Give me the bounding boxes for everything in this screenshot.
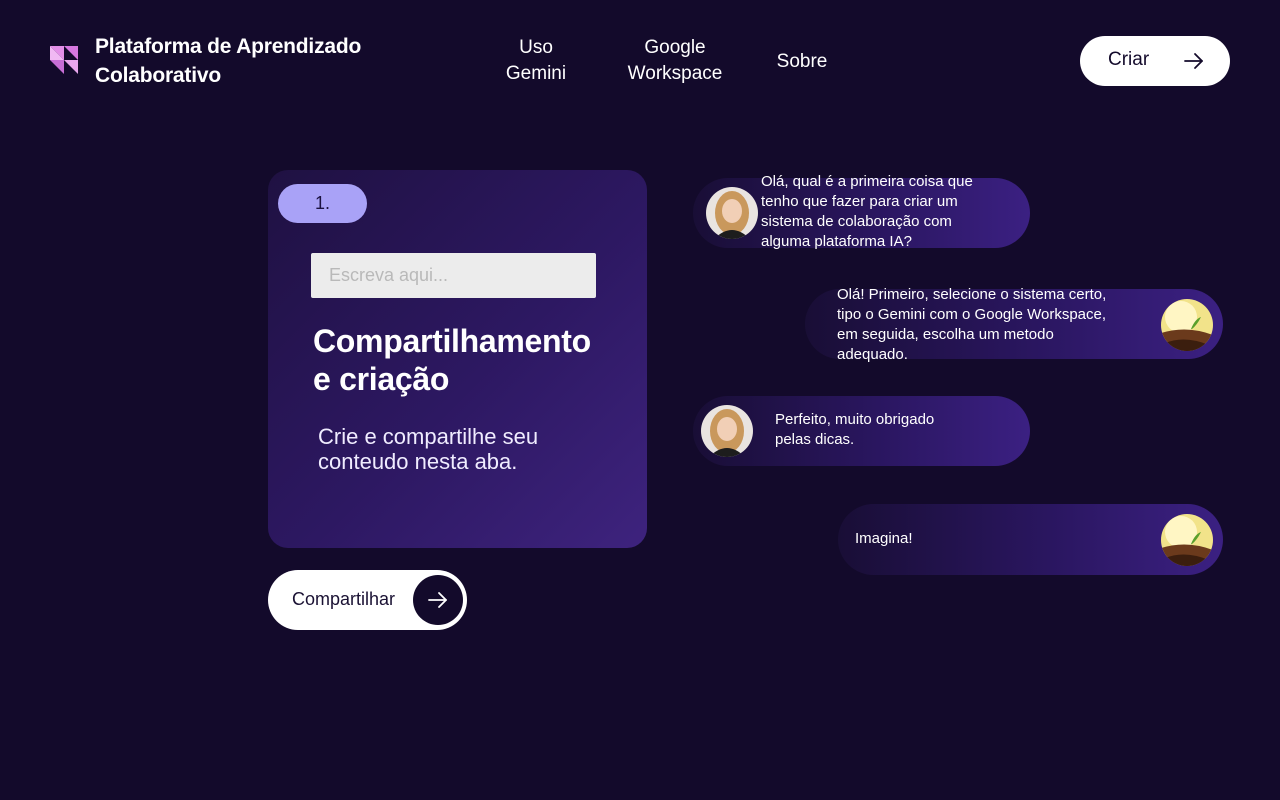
nav-google-workspace[interactable]: Google Workspace bbox=[620, 35, 730, 87]
create-button-label: Criar bbox=[1108, 49, 1150, 70]
chat-message-text: Perfeito, muito obrigado pelas dicas. bbox=[775, 410, 995, 450]
chat-line: sistema de colaboração com bbox=[761, 213, 952, 230]
create-button[interactable]: Criar bbox=[1080, 36, 1230, 86]
plant-avatar bbox=[1161, 299, 1213, 351]
nav-uso-gemini-line1: Uso bbox=[519, 37, 553, 58]
chat-line: adequado. bbox=[837, 346, 908, 363]
plant-avatar bbox=[1161, 514, 1213, 566]
card-title-line2: e criação bbox=[313, 361, 450, 397]
nav-uso-gemini[interactable]: Uso Gemini bbox=[500, 35, 572, 87]
chat-line: em seguida, escolha um metodo bbox=[837, 326, 1054, 343]
triangles-logo-icon[interactable] bbox=[50, 46, 78, 76]
chat-message-text: Imagina! bbox=[855, 529, 1055, 549]
chat-line: Imagina! bbox=[855, 530, 913, 547]
card-description-line2: conteudo nesta aba. bbox=[318, 449, 518, 474]
chat-message-text: Olá, qual é a primeira coisa que tenho q… bbox=[761, 172, 1031, 252]
chat-message: Olá! Primeiro, selecione o sistema certo… bbox=[805, 286, 1223, 363]
chat-line: tipo o Gemini com o Google Workspace, bbox=[837, 306, 1107, 323]
brand-title-line1: Plataforma de Aprendizado bbox=[95, 35, 362, 58]
content-input[interactable] bbox=[311, 253, 596, 298]
arrow-right-icon bbox=[1184, 53, 1203, 69]
step-badge: 1. bbox=[278, 184, 367, 223]
card-description: Crie e compartilhe seu conteudo nesta ab… bbox=[318, 424, 618, 474]
card-title-line1: Compartilhamento bbox=[313, 323, 591, 359]
chat-line: pelas dicas. bbox=[775, 431, 855, 448]
card-description-line1: Crie e compartilhe seu bbox=[318, 424, 539, 449]
nav-sobre-label: Sobre bbox=[776, 51, 828, 72]
nav-google-workspace-line2: Workspace bbox=[627, 63, 723, 84]
nav-sobre[interactable]: Sobre bbox=[772, 49, 832, 75]
share-create-card: 1. Compartilhamento e criação Crie e com… bbox=[268, 170, 647, 548]
top-header: Plataforma de Aprendizado Colaborativo U… bbox=[0, 0, 1280, 125]
card-title: Compartilhamento e criação bbox=[313, 322, 647, 398]
chat-message: Perfeito, muito obrigado pelas dicas. bbox=[693, 396, 1030, 466]
share-arrow-circle bbox=[413, 575, 463, 625]
brand-title-line2: Colaborativo bbox=[95, 64, 221, 87]
brand-title[interactable]: Plataforma de Aprendizado Colaborativo bbox=[95, 32, 425, 90]
share-button[interactable]: Compartilhar bbox=[268, 570, 467, 630]
chat-line: alguma plataforma IA? bbox=[761, 233, 912, 250]
nav-google-workspace-line1: Google bbox=[644, 37, 706, 58]
chat-message: Olá, qual é a primeira coisa que tenho q… bbox=[693, 173, 1030, 250]
chat-line: tenho que fazer para criar um bbox=[761, 193, 958, 210]
nav-uso-gemini-line2: Gemini bbox=[505, 63, 567, 84]
woman-avatar bbox=[706, 187, 758, 239]
woman-avatar bbox=[701, 405, 753, 457]
chat-line: Olá! Primeiro, selecione o sistema certo… bbox=[837, 286, 1107, 303]
share-button-label: Compartilhar bbox=[292, 589, 396, 609]
chat-line: Perfeito, muito obrigado bbox=[775, 411, 935, 428]
chat-line: Olá, qual é a primeira coisa que bbox=[761, 173, 973, 190]
arrow-right-icon bbox=[428, 592, 447, 608]
chat-message: Imagina! bbox=[838, 504, 1223, 575]
chat-message-text: Olá! Primeiro, selecione o sistema certo… bbox=[837, 285, 1157, 365]
